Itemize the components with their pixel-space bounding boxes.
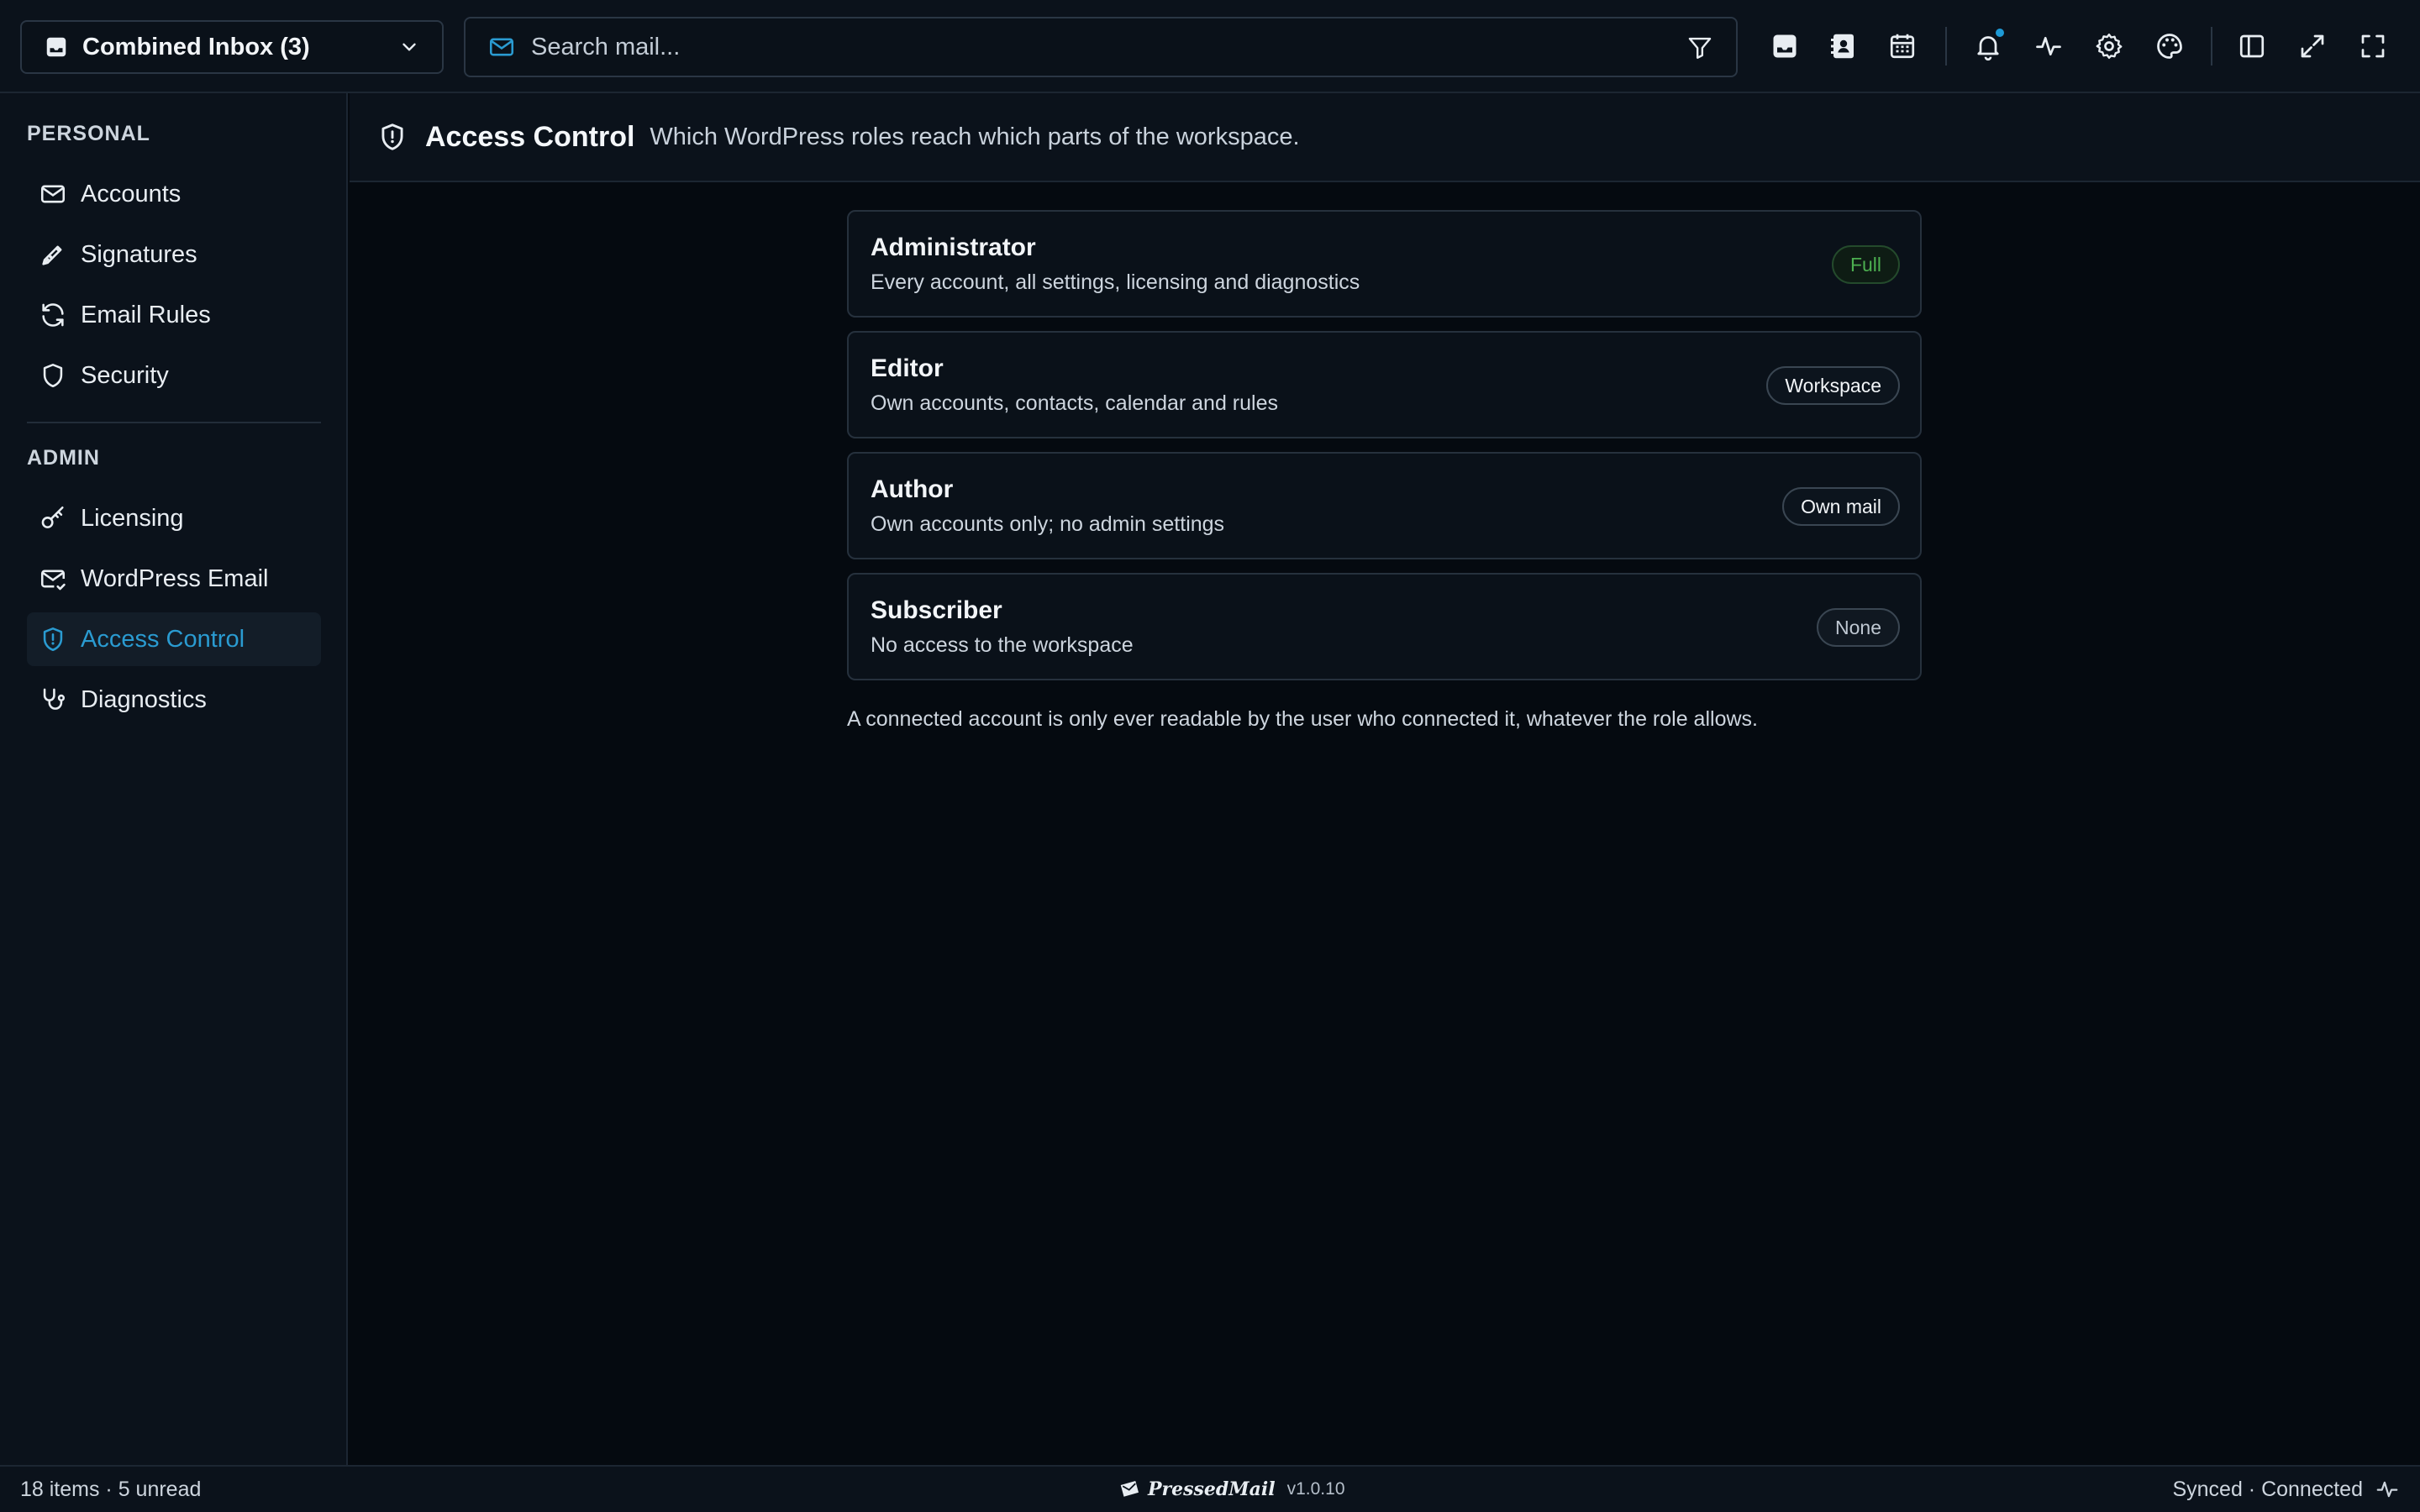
role-card-editor: Editor Own accounts, contacts, calendar …: [847, 331, 1922, 438]
mail-icon: [39, 180, 67, 208]
sidebar-item-security[interactable]: Security: [27, 349, 321, 402]
app-window: Combined Inbox (3) Search mail... PERSON…: [0, 0, 2420, 1512]
sidebar-item-access-control[interactable]: Access Control: [27, 612, 321, 666]
role-name: Administrator: [871, 234, 1036, 261]
access-level-badge: Workspace: [1766, 366, 1900, 405]
search-input[interactable]: [531, 33, 1686, 61]
shield-alert-icon: [376, 121, 408, 153]
notification-dot: [1996, 29, 2004, 37]
role-name: Author: [871, 475, 954, 503]
gear-icon: [2096, 34, 2123, 59]
sidebar-item-email-rules[interactable]: Email Rules: [27, 288, 321, 342]
settings-sidebar: PERSONAL Accounts Signatures Email Rules…: [0, 93, 348, 1465]
section-title-personal: PERSONAL: [27, 122, 150, 145]
access-level-badge: None: [1817, 608, 1900, 647]
activity-icon: [2036, 36, 2061, 56]
fullscreen-icon: [2361, 34, 2385, 58]
logo-icon: [1120, 1481, 1139, 1497]
access-level-badge: Full: [1831, 245, 1900, 284]
sidebar-item-diagnostics[interactable]: Diagnostics: [27, 673, 321, 727]
activity-button[interactable]: [2028, 25, 2070, 67]
chevron-down-icon: [398, 36, 420, 58]
item-counts: 18 items · 5 unread: [20, 1477, 202, 1501]
role-name: Subscriber: [871, 596, 1002, 624]
top-toolbar: Combined Inbox (3): [0, 0, 2420, 93]
expand-button[interactable]: [2291, 25, 2333, 67]
sidebar-item-label: Signatures: [81, 240, 197, 268]
page-header: Access Control Which WordPress roles rea…: [350, 93, 2420, 182]
sidebar-item-label: Access Control: [81, 625, 245, 653]
theme-button[interactable]: [2149, 25, 2191, 67]
sync-status: Synced · Connected: [2172, 1477, 2363, 1501]
sidebar-item-licensing[interactable]: Licensing: [27, 491, 321, 545]
inbox-selector[interactable]: Combined Inbox (3): [20, 20, 444, 74]
contacts-icon: [1831, 34, 1854, 59]
role-description: No access to the workspace: [871, 633, 1134, 657]
access-note: A connected account is only ever readabl…: [847, 707, 1758, 731]
shield-alert-icon: [39, 625, 67, 654]
inbox-selector-label: Combined Inbox (3): [82, 33, 310, 60]
section-title-admin: ADMIN: [27, 446, 100, 470]
role-description: Own accounts only; no admin settings: [871, 512, 1225, 536]
sidebar-item-label: Email Rules: [81, 301, 211, 328]
sidebar-item-label: Security: [81, 361, 169, 389]
notifications-button[interactable]: [1967, 25, 2009, 67]
page-title: Access Control: [425, 120, 635, 153]
key-icon: [39, 504, 67, 533]
sidebar-item-label: Licensing: [81, 504, 184, 532]
role-card-subscriber: Subscriber No access to the workspace No…: [847, 573, 1922, 680]
calendar-icon: [1890, 34, 1915, 59]
page-subtitle: Which WordPress roles reach which parts …: [650, 123, 1300, 150]
settings-button[interactable]: [2088, 25, 2130, 67]
pen-icon: [39, 240, 67, 269]
activity-icon: [2376, 1481, 2398, 1498]
shield-icon: [39, 361, 67, 390]
inbox-icon: [1773, 34, 1797, 58]
inbox-view-button[interactable]: [1764, 25, 1806, 67]
contacts-button[interactable]: [1823, 25, 1865, 67]
app-branding: PressedMail v1.0.10: [1118, 1477, 1345, 1502]
stethoscope-icon: [39, 685, 67, 714]
sync-indicator: Synced · Connected: [2172, 1477, 2400, 1502]
app-logo: PressedMail: [1118, 1477, 1276, 1502]
filter-icon[interactable]: [1686, 33, 1714, 61]
role-card-author: Author Own accounts only; no admin setti…: [847, 452, 1922, 559]
fullscreen-button[interactable]: [2352, 25, 2394, 67]
sidebar-item-signatures[interactable]: Signatures: [27, 228, 321, 281]
access-level-badge: Own mail: [1782, 487, 1900, 526]
mail-check-icon: [39, 564, 67, 593]
sidebar-item-label: Diagnostics: [81, 685, 207, 713]
sidebar-divider: [27, 422, 321, 423]
brand-name: PressedMail: [1148, 1478, 1276, 1500]
role-description: Every account, all settings, licensing a…: [871, 270, 1360, 294]
expand-icon: [2301, 34, 2324, 58]
sidebar-item-accounts[interactable]: Accounts: [27, 167, 321, 221]
role-card-administrator: Administrator Every account, all setting…: [847, 210, 1922, 318]
sidebar-item-label: WordPress Email: [81, 564, 269, 592]
status-bar: 18 items · 5 unread PressedMail v1.0.10 …: [0, 1465, 2420, 1512]
mail-icon: [487, 33, 516, 61]
role-description: Own accounts, contacts, calendar and rul…: [871, 391, 1278, 415]
sidebar-toggle-icon: [2239, 34, 2265, 58]
refresh-icon: [39, 301, 67, 329]
sidebar-toggle-button[interactable]: [2231, 25, 2273, 67]
inbox-icon: [44, 34, 69, 60]
role-name: Editor: [871, 354, 944, 382]
toolbar-divider: [1945, 27, 1947, 66]
palette-icon: [2157, 34, 2182, 59]
toolbar-divider: [2211, 27, 2212, 66]
search-bar: [464, 17, 1738, 77]
app-version: v1.0.10: [1286, 1479, 1345, 1499]
sidebar-item-wordpress-email[interactable]: WordPress Email: [27, 552, 321, 606]
calendar-button[interactable]: [1881, 25, 1923, 67]
sidebar-item-label: Accounts: [81, 180, 182, 207]
